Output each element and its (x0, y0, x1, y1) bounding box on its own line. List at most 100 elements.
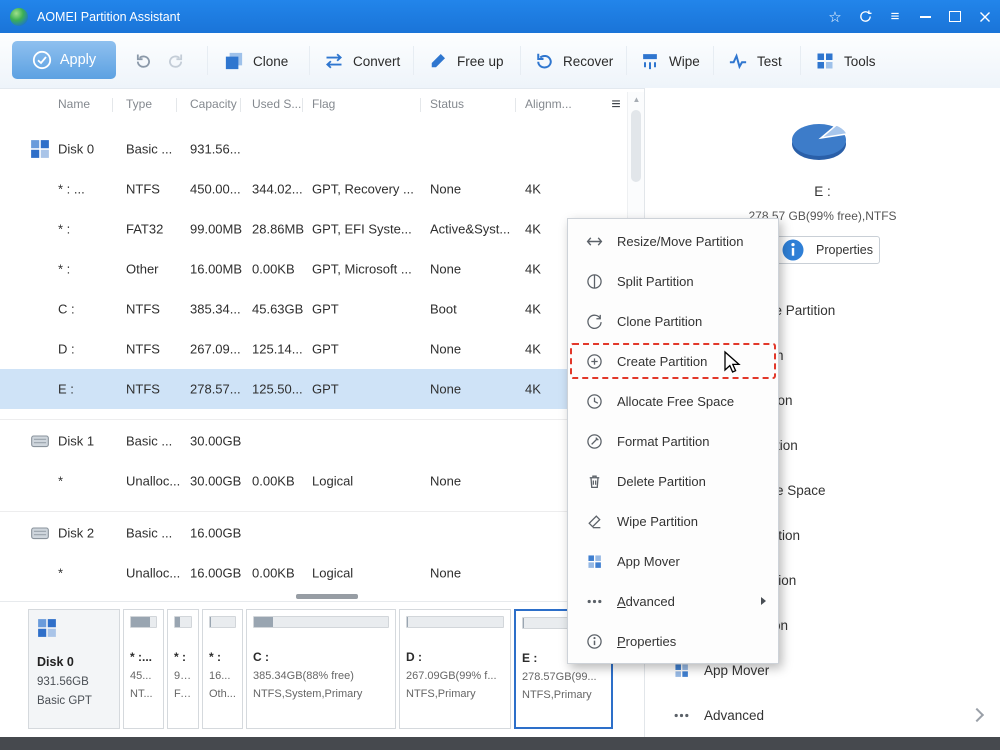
scroll-up-arrow[interactable]: ▲ (628, 93, 645, 107)
close-button[interactable] (970, 0, 1000, 33)
partition-block[interactable]: * :... 45... NT... (123, 609, 164, 729)
hamburger-menu-icon[interactable]: ≡ (880, 0, 910, 33)
menu-item-create-partition[interactable]: Create Partition (568, 341, 778, 381)
app-mover-icon (673, 662, 690, 679)
undo-button[interactable] (130, 49, 156, 73)
column-header-used[interactable]: Used S... (252, 97, 301, 111)
cell-alignment: 4K (525, 222, 541, 237)
menu-item-split-partition[interactable]: Split Partition (568, 261, 778, 301)
apply-button[interactable]: Apply (12, 41, 116, 79)
menu-item-allocate-free-space[interactable]: Allocate Free Space (568, 381, 778, 421)
cell-flag: GPT (312, 342, 339, 357)
column-header-name[interactable]: Name (58, 97, 90, 111)
window-title: AOMEI Partition Assistant (37, 10, 180, 24)
cell-status: None (430, 182, 461, 197)
cell-type: FAT32 (126, 222, 163, 237)
partition-capacity: 16... (209, 670, 236, 682)
menu-item-properties[interactable]: Properties (568, 621, 778, 661)
table-row-disk1[interactable]: Disk 1 Basic ... 30.00GB (0, 421, 627, 461)
partition-block-d[interactable]: D : 267.09GB(99% f... NTFS,Primary (399, 609, 511, 729)
menu-item-delete-partition[interactable]: Delete Partition (568, 461, 778, 501)
menu-item-format-partition[interactable]: Format Partition (568, 421, 778, 461)
column-header-status[interactable]: Status (430, 97, 464, 111)
minimize-button[interactable] (910, 0, 940, 33)
properties-label: Properties (816, 243, 873, 257)
app-logo-icon (10, 8, 28, 26)
menu-item-resize-move-partition[interactable]: Resize/Move Partition (568, 221, 778, 261)
cell-capacity: 450.00... (190, 182, 241, 197)
cell-name: * : (58, 222, 70, 237)
cell-used: 0.00KB (252, 262, 295, 277)
column-config-icon[interactable]: ≡ (604, 93, 628, 117)
toolbar-item-tools[interactable]: Tools (815, 48, 876, 74)
cell-used: 125.50... (252, 382, 303, 397)
menu-item-clone-partition[interactable]: Clone Partition (568, 301, 778, 341)
table-row-partition-e-selected[interactable]: E : NTFS 278.57... 125.50... GPT None 4K (0, 369, 627, 409)
favorite-star-icon[interactable]: ☆ (820, 0, 850, 33)
table-row-unallocated[interactable]: * Unalloc... 30.00GB 0.00KB Logical None (0, 461, 627, 501)
partition-block-c[interactable]: C : 385.34GB(88% free) NTFS,System,Prima… (246, 609, 396, 729)
disk-strip: Disk 0 931.56GB Basic GPT * :... 45... N… (0, 601, 644, 738)
sidebar-action-label: App Mover (704, 663, 769, 678)
table-row-partition-d[interactable]: D : NTFS 267.09... 125.14... GPT None 4K (0, 329, 627, 369)
cell-alignment: 4K (525, 262, 541, 277)
properties-button[interactable]: Properties (770, 236, 880, 264)
sidebar-action-advanced[interactable]: Advanced (645, 693, 1000, 737)
partition-fs: NTFS,Primary (522, 689, 605, 701)
group-separator (0, 419, 627, 420)
usage-bar (406, 616, 504, 628)
toolbar-item-test[interactable]: Test (728, 48, 782, 74)
toolbar-item-wipe[interactable]: Wipe (640, 48, 700, 74)
toolbar-item-free-up[interactable]: Free up (428, 48, 504, 74)
menu-item-app-mover[interactable]: App Mover (568, 541, 778, 581)
table-row-partition-c[interactable]: C : NTFS 385.34... 45.63GB GPT Boot 4K (0, 289, 627, 329)
menu-item-label: Delete Partition (617, 474, 706, 489)
table-row-partition[interactable]: * : FAT32 99.00MB 28.86MB GPT, EFI Syste… (0, 209, 627, 249)
cell-flag: GPT, Recovery ... (312, 182, 414, 197)
column-header-type[interactable]: Type (126, 97, 152, 111)
partition-block[interactable]: * : 99... FA... (167, 609, 199, 729)
maximize-button[interactable] (940, 0, 970, 33)
cell-type: NTFS (126, 382, 160, 397)
toolbar-item-recover[interactable]: Recover (534, 48, 613, 74)
cell-used: 125.14... (252, 342, 303, 357)
clone-icon (224, 51, 244, 71)
cell-type: Unalloc... (126, 474, 180, 489)
recover-icon (534, 51, 554, 71)
horizontal-scroll-thumb[interactable] (296, 594, 358, 599)
bottom-horizontal-scrollbar[interactable] (0, 737, 1000, 750)
disk-chip-icon (37, 618, 57, 638)
cell-flag: GPT, EFI Syste... (312, 222, 412, 237)
toolbar-separator (413, 46, 414, 75)
menu-item-advanced[interactable]: Advanced (568, 581, 778, 621)
refresh-icon[interactable] (850, 0, 880, 33)
table-row-partition[interactable]: * : ... NTFS 450.00... 344.02... GPT, Re… (0, 169, 627, 209)
table-row-disk2[interactable]: Disk 2 Basic ... 16.00GB (0, 513, 627, 553)
disk-type: Basic GPT (37, 695, 111, 707)
toolbar-item-clone[interactable]: Clone (224, 48, 288, 74)
column-header-capacity[interactable]: Capacity (190, 97, 237, 111)
disk0-label-block[interactable]: Disk 0 931.56GB Basic GPT (28, 609, 120, 729)
column-header-flag[interactable]: Flag (312, 97, 335, 111)
menu-item-wipe-partition[interactable]: Wipe Partition (568, 501, 778, 541)
toolbar-item-label: Convert (353, 54, 400, 69)
cell-flag: GPT (312, 302, 339, 317)
cell-capacity: 385.34... (190, 302, 241, 317)
table-row-partition[interactable]: * : Other 16.00MB 0.00KB GPT, Microsoft … (0, 249, 627, 289)
table-row-disk0[interactable]: Disk 0 Basic ... 931.56... (0, 129, 627, 169)
apply-label: Apply (60, 52, 96, 68)
column-header-alignment[interactable]: Alignm... (525, 97, 572, 111)
cell-capacity: 267.09... (190, 342, 241, 357)
partition-fs: FA... (174, 688, 192, 700)
table-header: Name Type Capacity Used S... Flag Status… (0, 92, 627, 118)
toolbar-item-convert[interactable]: Convert (324, 48, 400, 74)
redo-button[interactable] (163, 49, 189, 73)
disk-capacity: 931.56GB (37, 676, 111, 688)
partition-block[interactable]: * : 16... Oth... (202, 609, 243, 729)
toolbar-item-label: Tools (844, 54, 876, 69)
cell-flag: GPT (312, 382, 339, 397)
table-row-unallocated[interactable]: * Unalloc... 16.00GB 0.00KB Logical None (0, 553, 627, 593)
partition-fs: NTFS,System,Primary (253, 688, 389, 700)
toolbar-item-label: Free up (457, 54, 504, 69)
vertical-scroll-thumb[interactable] (631, 110, 641, 182)
